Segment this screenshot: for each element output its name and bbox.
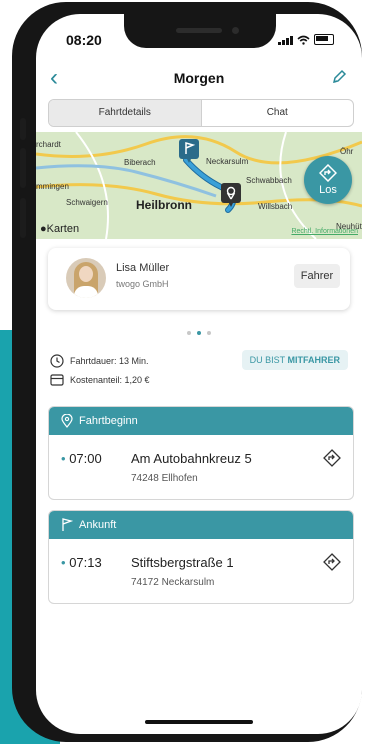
driver-company: twogo GmbH <box>116 279 169 289</box>
map-provider-label: Karten <box>46 223 80 235</box>
map-label: Schwabbach <box>246 176 292 185</box>
directions-icon[interactable] <box>323 449 341 467</box>
location-marker-icon <box>221 183 241 207</box>
page-dot <box>187 331 191 335</box>
trip-duration-text: Fahrtdauer: 13 Min. <box>70 356 149 366</box>
start-time-value: 07:00 <box>69 451 102 466</box>
page-title: Morgen <box>173 70 225 86</box>
map-label: rchardt <box>36 140 61 149</box>
flag-marker-icon <box>179 139 199 163</box>
wifi-icon <box>297 35 310 45</box>
apple-logo-icon: ● <box>40 223 47 235</box>
tab-chat[interactable]: Chat <box>202 100 354 126</box>
segmented-control: Fahrtdetails Chat <box>48 99 354 127</box>
trip-cost-text: Kostenanteil: 1,20 € <box>70 375 150 385</box>
page-dot <box>207 331 211 335</box>
map-provider: ●Karten <box>40 223 79 235</box>
directions-icon[interactable] <box>323 553 341 571</box>
go-button[interactable]: Los <box>304 156 352 204</box>
volume-down-button <box>20 198 26 238</box>
arrival-header-label: Ankunft <box>79 519 117 531</box>
start-street: Am Autobahnkreuz 5 <box>131 451 252 466</box>
status-icons <box>278 34 334 45</box>
map-label: Schwaigern <box>66 198 108 207</box>
start-header: Fahrtbeginn <box>49 407 353 435</box>
driver-name: Lisa Müller <box>116 262 170 274</box>
start-header-label: Fahrtbeginn <box>79 415 138 427</box>
start-section[interactable]: Fahrtbeginn • 07:00 Am Autobahnkreuz 5 7… <box>48 406 354 500</box>
app-screen: 08:20 ‹ Morgen Fahrtdetails Chat rchardt… <box>36 14 362 734</box>
page-dot-active <box>197 331 201 335</box>
pencil-icon[interactable] <box>330 68 348 86</box>
directions-icon <box>319 164 337 182</box>
phone-frame: 08:20 ‹ Morgen Fahrtdetails Chat rchardt… <box>12 2 362 742</box>
go-button-label: Los <box>319 184 337 196</box>
arrival-city: 74172 Neckarsulm <box>131 577 215 588</box>
signal-icon <box>278 35 293 45</box>
map-label: Biberach <box>124 158 156 167</box>
role-badge: Fahrer <box>294 264 340 288</box>
mute-switch <box>20 118 26 140</box>
bullet-icon: • <box>61 451 66 466</box>
driver-card[interactable]: Lisa Müller twogo GmbH Fahrer <box>48 248 350 310</box>
flag-icon <box>62 518 73 531</box>
map-legal-link[interactable]: Rechtl. Informationen <box>291 228 358 235</box>
avatar <box>66 258 106 298</box>
trip-duration: Fahrtdauer: 13 Min. <box>50 354 149 368</box>
nav-bar: ‹ Morgen <box>36 66 362 92</box>
volume-up-button <box>20 148 26 188</box>
home-indicator[interactable] <box>145 720 253 724</box>
role-status-badge: DU BIST MITFAHRER <box>241 350 348 370</box>
map-label: Öhr <box>340 147 354 156</box>
tab-fahrtdetails[interactable]: Fahrtdetails <box>49 100 202 126</box>
map-label: Heilbronn <box>136 198 192 212</box>
arrival-street: Stiftsbergstraße 1 <box>131 555 234 570</box>
map-label: Neckarsulm <box>206 157 249 166</box>
credit-card-icon <box>50 374 64 386</box>
battery-icon <box>314 34 334 45</box>
arrival-time-value: 07:13 <box>69 555 102 570</box>
clock-icon <box>50 354 64 368</box>
badge-strong: MITFAHRER <box>287 355 341 365</box>
start-city: 74248 Ellhofen <box>131 473 198 484</box>
map-label: mmingen <box>36 182 69 191</box>
arrival-header: Ankunft <box>49 511 353 539</box>
trip-cost: Kostenanteil: 1,20 € <box>50 374 150 386</box>
badge-prefix: DU BIST <box>249 355 285 365</box>
page-indicator <box>36 322 362 340</box>
arrival-section[interactable]: Ankunft • 07:13 Stiftsbergstraße 1 74172… <box>48 510 354 604</box>
start-time: • 07:00 <box>61 451 102 466</box>
status-time: 08:20 <box>66 32 102 48</box>
map-label: Willsbach <box>258 202 293 211</box>
arrival-time: • 07:13 <box>61 555 102 570</box>
location-pin-icon <box>61 414 73 428</box>
bullet-icon: • <box>61 555 66 570</box>
notch <box>124 14 276 48</box>
